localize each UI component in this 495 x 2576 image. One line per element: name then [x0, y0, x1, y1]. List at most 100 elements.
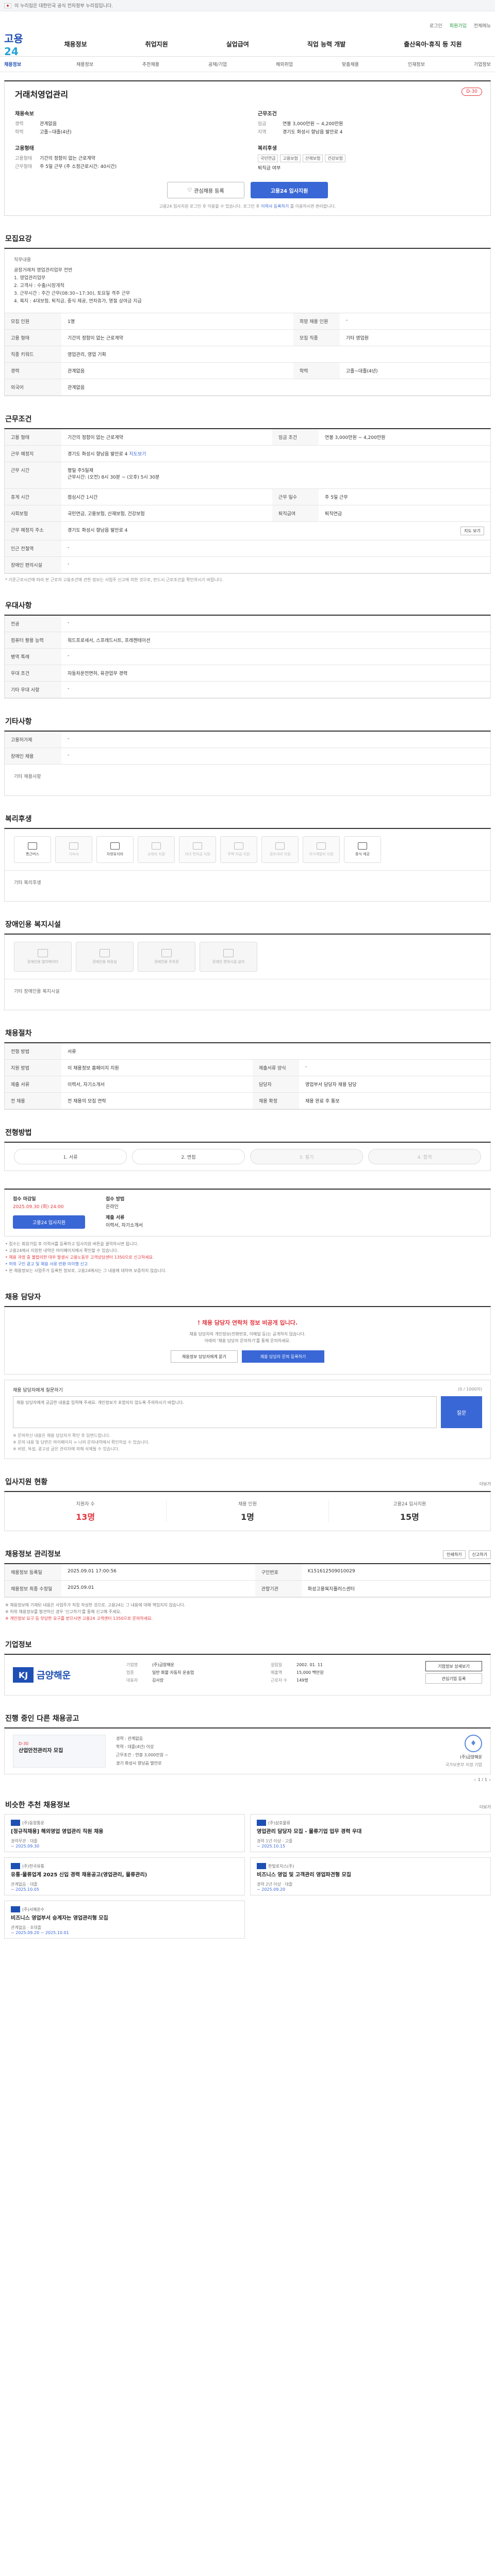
other-jobs-pager[interactable]: ‹ 1 / 1 › — [4, 1777, 491, 1782]
company-logo-icon — [11, 1863, 20, 1869]
gnb-item-unemployment[interactable]: 실업급여 — [226, 40, 249, 48]
table-row: 휴게 시간 점심시간 1시간 근무 일수 주 5일 근무 — [5, 488, 490, 505]
table-row: 근무 예정지 경기도 화성시 향남읍 발안로 4 지도보기 — [5, 445, 490, 462]
process-section: 채용절차 전형 방법 서류 지원 방법 이 채용정보 홈페이지 지원 제출서류 양식 -… — [4, 1028, 491, 1110]
deadline: 2025.09.30 (화) 24:00 — [13, 1205, 64, 1210]
recommend-card[interactable]: (주)서해운수 비즈니스 영업부서 승계자는 영업관리형 모집 관계없음 · 초… — [4, 1901, 245, 1939]
stats-more-link[interactable]: 더보기 — [480, 1481, 491, 1487]
recommend-more-link[interactable]: 더보기 — [480, 1804, 491, 1810]
manage-info-table: 채용정보 등록일 2025.09.01 17:00:56 구인번호 K15161250… — [5, 1564, 490, 1597]
recommend-card[interactable]: 한빛로지스(주) 비즈니스 영업 및 고객관리 영업파견형 모집 경력 2년 이… — [250, 1857, 491, 1895]
welfare-item-housing: 주택 자금 지원 — [220, 836, 257, 863]
section-title: 기타사항 — [5, 718, 32, 726]
table-row: 직종 키워드 영업관리, 영업 기획 — [5, 346, 490, 363]
job-title: 거래처영업관리 — [15, 90, 69, 99]
register-inquiry-button[interactable]: 채용 담당자 문의 등록하기 — [242, 1350, 324, 1363]
stats-section: 입사지원 현황 더보기 지원자 수 13명 채용 인원 1명 고용24 입사지원 15명 — [4, 1477, 491, 1531]
subnav-item[interactable]: 추천채용 — [142, 61, 159, 67]
company-section: 기업정보 KJ 금양해운 기업명 (주)금양해운 설립일 2002. 01. 11 업… — [4, 1639, 491, 1696]
table-row: 근무 시간 평일 주5일제 근무시간: (오전) 8시 30분 ~ (오후) 5시 … — [5, 462, 490, 489]
wheelchair-icon — [223, 949, 234, 957]
chevron-right-icon: › — [489, 1777, 491, 1782]
welfare-item-tuition: 자녀 학자금 지원 — [179, 836, 216, 863]
welfare-item-car: 차량유지비 — [96, 836, 134, 863]
steps-row: 1. 서류 2. 면접 3. 필기 4. 합격 — [5, 1143, 490, 1171]
steps-section: 전형방법 1. 서류 2. 면접 3. 필기 4. 합격 — [4, 1127, 491, 1171]
subnav-item[interactable]: 채용정보 — [76, 61, 93, 67]
company-logo-icon — [11, 1820, 20, 1826]
sitemap-link[interactable]: 전체메뉴 — [474, 22, 491, 29]
pencil-icon — [317, 842, 326, 850]
map-view-button[interactable]: 지도 보기 — [460, 527, 484, 535]
gnb-item-jobs[interactable]: 채용정보 — [64, 40, 87, 48]
utility-bar: 로그인 회원가입 전체메뉴 — [0, 11, 495, 32]
section-title: 비슷한 추천 채용정보 — [5, 1801, 70, 1809]
preference-section: 우대사항 전공 - 컴퓨터 활용 능력 워드프로세서, 스프레드시트, 프레젠테이션… — [4, 600, 491, 699]
site-logo[interactable]: 고용24 — [4, 30, 35, 58]
ask-info-button[interactable]: 채용정보 담당자에게 묻기 — [171, 1350, 238, 1363]
recommend-card[interactable]: (주)삼호물류 영업관리 담당자 모집 - 물류기업 업무 경력 우대 경력 1… — [250, 1814, 491, 1852]
stat-value: 15명 — [400, 1512, 419, 1522]
company-info-grid: 기업명 (주)금양해운 설립일 2002. 01. 11 업종 일반 화물 자동차 운… — [126, 1663, 324, 1683]
company-follow-button[interactable]: 관심기업 등록 — [425, 1673, 482, 1684]
section-title: 모집요강 — [5, 235, 32, 243]
graduation-cap-icon — [193, 842, 202, 850]
map-link[interactable]: 지도보기 — [129, 452, 146, 457]
company-logo-icon — [11, 1906, 20, 1912]
step-item: 4. 합격 — [368, 1149, 481, 1164]
summary-section-head: 채용속보 — [15, 111, 34, 117]
scrap-button[interactable]: ♡ 관심채용 등록 — [167, 182, 244, 198]
apply-button[interactable]: 고용24 입사지원 — [251, 182, 328, 198]
gift-icon — [275, 842, 285, 850]
question-input[interactable] — [13, 1396, 437, 1428]
subnav-item[interactable]: 공채/기업 — [208, 61, 227, 67]
report-button[interactable]: 신고하기 — [468, 1550, 491, 1559]
resume-register-link[interactable]: 이력서 등록하기 — [261, 204, 289, 209]
other-extra-box: 기타 채용사항 — [14, 774, 41, 779]
section-title: 채용절차 — [5, 1029, 32, 1038]
subnav-item[interactable]: 맞춤채용 — [342, 61, 359, 67]
welfare-item-commute-bus: 통근버스 — [14, 836, 51, 863]
disability-icons: 장애인용 엘리베이터 장애인용 화장실 장애인용 주차장 장애인 편의시설 설치 — [5, 935, 490, 979]
step-item: 1. 서류 — [14, 1149, 127, 1164]
apply-notes: • 접수는 회원가입 후 이력서를 등록하고 입사지원 버튼을 클릭하시면 됩니… — [5, 1242, 167, 1273]
table-row: 근무 예정지 주소 경기도 화성시 향남읍 발안로 4 지도 보기 — [5, 521, 490, 540]
book-icon — [152, 842, 161, 850]
recommend-card[interactable]: (주)한국유통 유통·물류업계 2025 신입 경력 채용공고(영업관리, 물류… — [4, 1857, 245, 1895]
section-title: 전형방법 — [5, 1129, 32, 1137]
print-button[interactable]: 인쇄하기 — [443, 1550, 466, 1559]
subnav-current[interactable]: 채용정보 — [4, 61, 76, 67]
apply-button-2[interactable]: 고용24 입사지원 — [13, 1215, 85, 1229]
subnav-item[interactable]: 인재정보 — [408, 61, 425, 67]
subnav-item[interactable]: 해외취업 — [276, 61, 293, 67]
question-submit-button[interactable]: 질문 — [441, 1396, 482, 1428]
table-row: 지원 방법 이 채용정보 홈페이지 지원 제출서류 양식 - — [5, 1059, 490, 1076]
table-row: 컴퓨터 활용 능력 워드프로세서, 스프레드시트, 프레젠테이션 — [5, 632, 490, 649]
apply-note: 고용24 입사지원 로그인 후 이용할 수 있습니다. 로그인 후 이력서 등록… — [159, 204, 336, 209]
welfare-icons: 통근버스 기숙사 차량유지비 교육비 지원 자녀 학자금 지원 주택 자금 지원… — [5, 829, 490, 870]
chevron-left-icon: ‹ — [474, 1777, 476, 1782]
gov-banner: 이 누리집은 대한민국 공식 전자정부 누리집입니다. — [0, 0, 495, 11]
table-row: 기타 우대 사항 - — [5, 681, 490, 698]
company-detail-button[interactable]: 기업정보 상세보기 — [425, 1661, 482, 1671]
job-summary: D-30 거래처영업관리 채용속보 경력 관계없음 학력 고졸~대졸(4년) 근무조… — [4, 80, 491, 216]
other-job-details: 경력 : 관계없음 학력 : 대졸(4년) 이상 근무조건 : 연봉 3,000… — [116, 1736, 169, 1766]
step-item: 2. 면접 — [132, 1149, 245, 1164]
recommend-card[interactable]: (주)동양통운 [정규직채용] 해외영업 영업관리 직원 채용 경력무관 · 대… — [4, 1814, 245, 1852]
stat-value: 13명 — [76, 1512, 95, 1522]
gnb-item-training[interactable]: 직업 능력 개발 — [307, 40, 346, 48]
table-row: 장애인 편의시설 - — [5, 556, 490, 573]
preference-table: 전공 - 컴퓨터 활용 능력 워드프로세서, 스프레드시트, 프레젠테이션 병역 특… — [5, 616, 490, 698]
table-row: 채용정보 최종 수정일 2025.09.01 관할기관 화성고용복지플러스센터 — [5, 1580, 490, 1597]
table-row: 경력 관계없음 학력 고졸~대졸(4년) — [5, 362, 490, 379]
table-row: 모집 인원 1명 희망 채용 인원 - — [5, 313, 490, 330]
other-job-card[interactable]: D-30 산업안전관리자 모집 — [13, 1735, 106, 1768]
table-row: 외국어 관계없음 — [5, 379, 490, 396]
login-link[interactable]: 로그인 — [430, 22, 442, 29]
table-row: 고용허가제 - — [5, 732, 490, 748]
gnb-item-support[interactable]: 취업지원 — [145, 40, 168, 48]
gnb-item-parental[interactable]: 출산육아·휴직 등 지원 — [404, 40, 461, 48]
process-table: 전형 방법 서류 지원 방법 이 채용정보 홈페이지 지원 제출서류 양식 - 제출 서… — [5, 1043, 490, 1109]
subnav-item[interactable]: 기업정보 — [474, 61, 491, 67]
join-link[interactable]: 회원가입 — [450, 22, 467, 29]
